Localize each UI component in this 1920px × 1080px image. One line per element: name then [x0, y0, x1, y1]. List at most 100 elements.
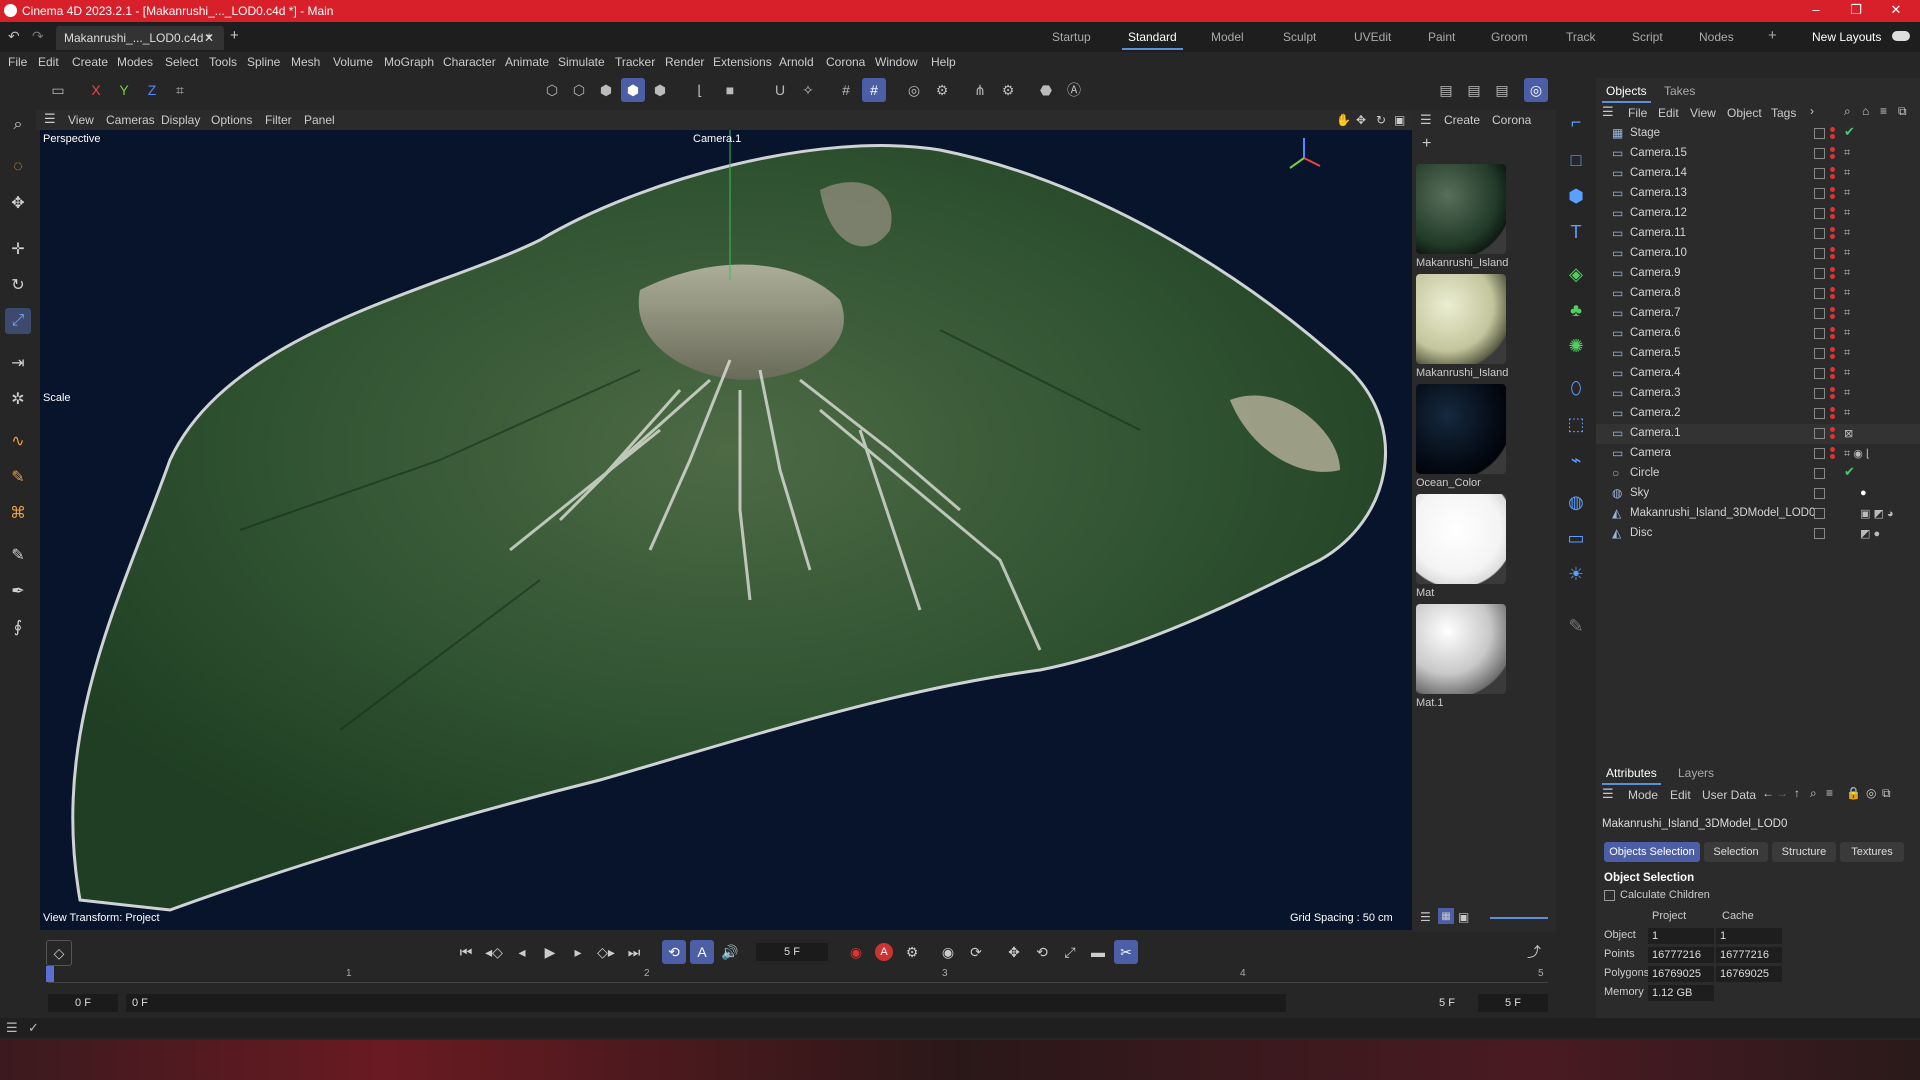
- axis-mode-icon[interactable]: ⌊: [688, 78, 712, 102]
- camera-tag-icon[interactable]: ⊠: [1844, 427, 1853, 440]
- pla-key-icon[interactable]: ✂: [1114, 940, 1138, 964]
- filter-icon[interactable]: ≡: [1880, 104, 1887, 118]
- objects-menu-tags[interactable]: Tags: [1771, 106, 1796, 120]
- previous-frame-icon[interactable]: ◂: [510, 940, 534, 964]
- editor-visibility-dot[interactable]: [1830, 427, 1835, 432]
- symmetry-icon[interactable]: ⋔: [968, 78, 992, 102]
- render-queue-icon[interactable]: ▤: [1490, 78, 1514, 102]
- visibility-checkbox[interactable]: [1814, 488, 1825, 499]
- end-frame-field[interactable]: 5 F: [1478, 994, 1548, 1012]
- visibility-checkbox[interactable]: [1814, 368, 1825, 379]
- snap-settings-icon[interactable]: ✧: [796, 78, 820, 102]
- render-visibility-dot[interactable]: [1830, 214, 1835, 219]
- object-row[interactable]: ▭ Camera.11 ⌗: [1596, 224, 1920, 244]
- edges-mode-icon[interactable]: ⬡: [567, 78, 591, 102]
- loop-icon[interactable]: ⟲: [662, 940, 686, 964]
- previous-key-icon[interactable]: ◂◇: [482, 940, 506, 964]
- minimize-button[interactable]: –: [1796, 2, 1836, 17]
- viewport-menu-options[interactable]: Options: [211, 113, 252, 127]
- camera-object-icon[interactable]: ▭: [1562, 524, 1590, 552]
- object-row[interactable]: ◍ Sky ●: [1596, 484, 1920, 504]
- search-objects-icon[interactable]: ⌕: [1844, 104, 1851, 119]
- camera-tag-icon[interactable]: ⌗: [1844, 147, 1850, 160]
- spline-object-icon[interactable]: ⌁: [1562, 446, 1590, 474]
- menu-arnold[interactable]: Arnold: [779, 55, 814, 69]
- keyframe-selection-icon[interactable]: ◉: [936, 940, 960, 964]
- editor-visibility-dot[interactable]: [1830, 387, 1835, 392]
- editor-visibility-dot[interactable]: [1830, 287, 1835, 292]
- rotate-tool-icon[interactable]: ↻: [5, 272, 31, 298]
- tag-icon[interactable]: ✎: [1562, 612, 1590, 640]
- new-layouts-button[interactable]: New Layouts: [1812, 30, 1881, 44]
- timeline-ruler[interactable]: 0 1 2 3 4 5: [46, 966, 1548, 983]
- grid-snap-icon[interactable]: #: [862, 78, 886, 102]
- range-end-field[interactable]: 5 F: [1432, 994, 1462, 1012]
- current-frame-field[interactable]: 5 F: [756, 943, 828, 961]
- editor-visibility-dot[interactable]: [1830, 367, 1835, 372]
- calculate-children-checkbox[interactable]: [1604, 890, 1615, 901]
- menu-mograph[interactable]: MoGraph: [384, 55, 434, 69]
- objects-menu-edit[interactable]: Edit: [1658, 106, 1679, 120]
- object-row[interactable]: ▭ Camera.10 ⌗: [1596, 244, 1920, 264]
- selection-button[interactable]: Selection: [1704, 842, 1768, 862]
- settings-icon[interactable]: ◎: [1866, 786, 1876, 800]
- layout-tab-sculpt[interactable]: Sculpt: [1283, 30, 1316, 44]
- z-axis-button[interactable]: Z: [140, 78, 164, 102]
- menu-spline[interactable]: Spline: [247, 55, 280, 69]
- document-tab[interactable]: Makanrushi_..._LOD0.c4d * ✕: [56, 26, 224, 50]
- selection-tool-icon[interactable]: ◌: [5, 154, 31, 180]
- render-view-icon[interactable]: ▤: [1434, 78, 1458, 102]
- transfer-tool-icon[interactable]: ⇥: [5, 350, 31, 376]
- camera-tag-icon[interactable]: ⌗: [1844, 167, 1850, 180]
- magnet-icon[interactable]: ⌘: [5, 500, 31, 526]
- spline-sketch-icon[interactable]: ∮: [5, 614, 31, 640]
- symmetry-settings-icon[interactable]: ⚙: [996, 78, 1020, 102]
- viewport-menu-icon[interactable]: ☰: [44, 111, 56, 127]
- camera-tag-icon[interactable]: ⌗: [1844, 347, 1850, 360]
- environment-icon[interactable]: ◍: [1562, 488, 1590, 516]
- camera-tag-icon[interactable]: ⌗: [1844, 307, 1850, 320]
- pen-tool-icon[interactable]: ✒: [5, 578, 31, 604]
- visibility-checkbox[interactable]: [1814, 468, 1825, 479]
- object-row[interactable]: ▭ Camera.5 ⌗: [1596, 344, 1920, 364]
- material-menu-corona[interactable]: Corona: [1492, 113, 1531, 127]
- viewport-menu-display[interactable]: Display: [161, 113, 200, 127]
- menu-mesh[interactable]: Mesh: [291, 55, 320, 69]
- primitive-icon[interactable]: □: [1562, 146, 1590, 174]
- object-row[interactable]: ○ Circle ✔: [1596, 464, 1920, 484]
- tab-takes[interactable]: Takes: [1664, 84, 1695, 98]
- placement-tool-icon[interactable]: ✲: [5, 386, 31, 412]
- enabled-check-icon[interactable]: ✔: [1844, 124, 1855, 140]
- layout-tab-startup[interactable]: Startup: [1052, 30, 1091, 44]
- object-row[interactable]: ▭ Camera.7 ⌗: [1596, 304, 1920, 324]
- object-row[interactable]: ▭ Camera.6 ⌗: [1596, 324, 1920, 344]
- material-item[interactable]: Makanrushi_Island: [1416, 164, 1508, 269]
- preview-size-slider[interactable]: [1490, 917, 1548, 919]
- cloner-icon[interactable]: ♣: [1562, 296, 1590, 324]
- render-visibility-dot[interactable]: [1830, 454, 1835, 459]
- menu-edit[interactable]: Edit: [38, 55, 59, 69]
- camera-tag-icon[interactable]: ⌗: [1844, 287, 1850, 300]
- visibility-checkbox[interactable]: [1814, 228, 1825, 239]
- menu-volume[interactable]: Volume: [333, 55, 373, 69]
- lock-icon[interactable]: 🔒: [1846, 786, 1861, 800]
- render-visibility-dot[interactable]: [1830, 354, 1835, 359]
- brush-select-icon[interactable]: ✎: [5, 464, 31, 490]
- objects-menu-object[interactable]: Object: [1727, 106, 1762, 120]
- visibility-checkbox[interactable]: [1814, 248, 1825, 259]
- menu-modes[interactable]: Modes: [117, 55, 153, 69]
- visibility-checkbox[interactable]: [1814, 428, 1825, 439]
- text-icon[interactable]: T: [1562, 218, 1590, 246]
- parameter-key-icon[interactable]: ⟳: [964, 940, 988, 964]
- move-view-icon[interactable]: ✥: [1356, 113, 1366, 127]
- auto-icon[interactable]: Ⓐ: [1062, 78, 1086, 102]
- objects-menu-view[interactable]: View: [1690, 106, 1716, 120]
- camera-tag-icon[interactable]: ⌗: [1844, 247, 1850, 260]
- null-object-icon[interactable]: ⌐: [1562, 108, 1590, 136]
- object-row[interactable]: ▭ Camera.8 ⌗: [1596, 284, 1920, 304]
- texture-tag-icon[interactable]: ▣ ◩ ◕: [1860, 507, 1894, 520]
- points-mode-icon[interactable]: ⬡: [540, 78, 564, 102]
- visibility-checkbox[interactable]: [1814, 408, 1825, 419]
- record-icon[interactable]: ◉: [844, 940, 868, 964]
- render-visibility-dot[interactable]: [1830, 134, 1835, 139]
